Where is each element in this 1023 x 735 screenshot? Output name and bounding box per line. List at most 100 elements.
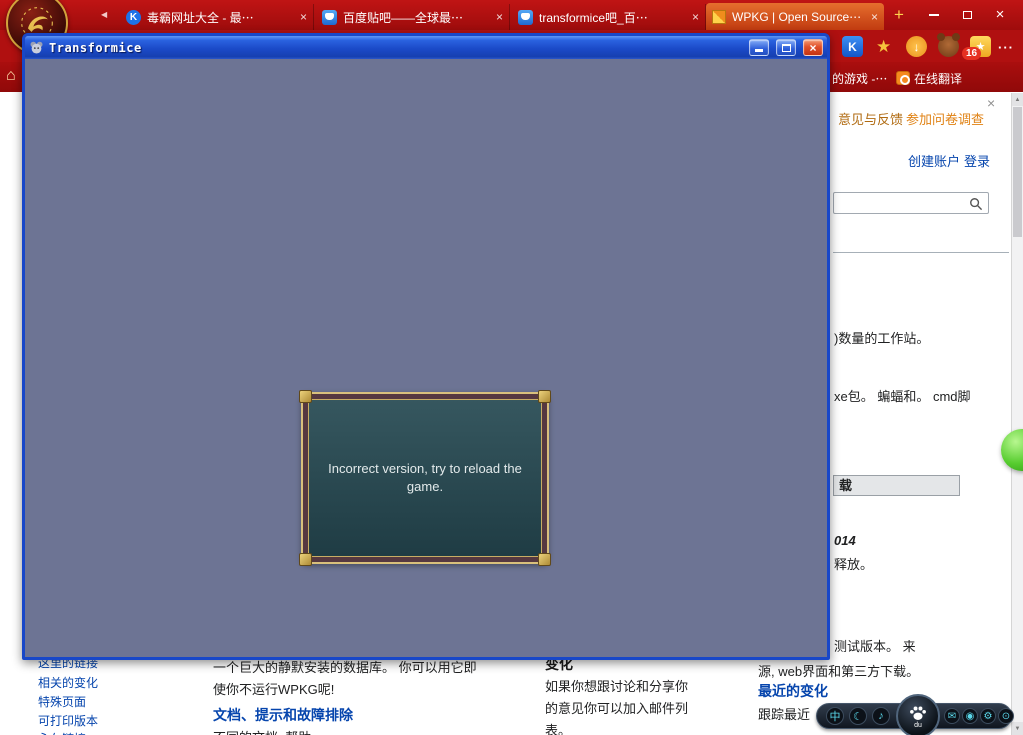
download-manager-icon[interactable]: ↓	[906, 36, 927, 57]
dialog-corner-icon	[538, 390, 551, 403]
power-icon: ⊙	[1001, 710, 1011, 722]
dialog-corner-icon	[299, 553, 312, 566]
login-link[interactable]: 登录	[964, 151, 990, 170]
music-button[interactable]: ♪	[872, 707, 890, 725]
bookmark-games[interactable]: 的游戏 -⋯	[832, 70, 887, 87]
music-icon: ♪	[878, 710, 884, 722]
language-button[interactable]: 中	[826, 707, 844, 725]
sidebar-link-permanent[interactable]: 永久链接	[38, 730, 86, 735]
test-version-text: 测试版本。 来	[834, 639, 916, 654]
year-text: 014	[834, 533, 856, 548]
night-mode-button[interactable]: ☾	[849, 707, 867, 725]
game-area[interactable]: Incorrect version, try to reload the gam…	[25, 59, 827, 657]
browser-minimize-button[interactable]	[919, 4, 949, 25]
mailing-text-line1: 如果你想跟讨论和分享你	[545, 679, 689, 694]
scroll-up-icon: ▲	[1014, 96, 1021, 103]
tab-title: 百度贴吧——全球最⋯	[343, 10, 464, 25]
scroll-thumb[interactable]	[1013, 107, 1022, 237]
translate-bookmark-icon[interactable]	[896, 71, 910, 85]
maximize-button[interactable]	[776, 39, 796, 56]
database-text-line2: 使你不运行WPKG呢!	[213, 682, 335, 697]
record-button[interactable]: ◉	[962, 708, 978, 724]
docs-text: 不同的文档, 帮助⋯	[213, 727, 324, 735]
message-line1: Incorrect version, try to reload the	[328, 460, 522, 476]
message-line2: game.	[406, 479, 444, 494]
gear-icon: ⚙	[983, 710, 993, 722]
window-titlebar[interactable]: Transformice ×	[25, 36, 827, 59]
sidebar-link-relatedchanges[interactable]: 相关的变化	[38, 674, 98, 691]
create-account-link[interactable]: 创建账户	[908, 151, 960, 170]
download-header-label: 载	[839, 478, 853, 493]
paw-icon	[910, 706, 926, 720]
page-scrollbar[interactable]: ▲ ▼	[1011, 93, 1023, 735]
tieba-favicon	[518, 9, 533, 25]
settings-button[interactable]: ⚙	[980, 708, 996, 724]
page-title-underline	[833, 252, 1009, 253]
dialog-message: Incorrect version, try to reload the gam…	[309, 400, 541, 556]
dialog-corner-icon	[538, 553, 551, 566]
floating-toolbar: 中 ☾ ♪ du ✉ ◉ ⚙ ⊙	[816, 694, 1016, 735]
search-input[interactable]	[833, 192, 989, 214]
tab-close-icon[interactable]: ×	[871, 10, 878, 24]
scroll-up-button[interactable]: ▲	[1012, 93, 1023, 106]
packages-text: xe包。 蝙蝠和。 cmd脚	[834, 389, 971, 404]
tab-duba[interactable]: K 毒霸网址大全 - 最⋯ ×	[120, 4, 314, 30]
bookmark-translate[interactable]: 在线翻译	[914, 70, 962, 87]
notification-badge: 16	[962, 47, 982, 60]
close-button[interactable]: ×	[803, 39, 823, 56]
tab-scroll-left-icon[interactable]: ◀	[101, 10, 107, 19]
error-dialog: Incorrect version, try to reload the gam…	[299, 390, 551, 566]
bear-icon[interactable]	[937, 33, 960, 57]
favorites-star-icon[interactable]: ★	[876, 37, 891, 57]
tab-close-icon[interactable]: ×	[692, 10, 699, 24]
browser-close-button[interactable]: ×	[985, 4, 1015, 25]
sidebar-link-printable[interactable]: 可打印版本	[38, 712, 98, 729]
more-menu-icon[interactable]: ···	[998, 40, 1014, 55]
tab-bar: ◀ K 毒霸网址大全 - 最⋯ × 百度贴吧——全球最⋯ × transform…	[0, 0, 1023, 30]
wpkg-favicon	[712, 9, 726, 24]
k-glyph: K	[848, 39, 857, 54]
power-button[interactable]: ⊙	[998, 708, 1014, 724]
transformice-window: Transformice × Incorrect version, try to…	[22, 33, 830, 660]
notice-close-icon[interactable]: ×	[987, 95, 995, 111]
dialog-panel: Incorrect version, try to reload the gam…	[308, 399, 542, 557]
minimize-button[interactable]	[749, 39, 769, 56]
mailing-text-line3: 表。	[545, 723, 572, 735]
tab-wpkg-active[interactable]: WPKG | Open Source⋯ ×	[706, 3, 884, 30]
workstations-text: )数量的工作站。	[834, 331, 930, 346]
minimize-icon	[755, 49, 763, 52]
tab-tieba[interactable]: 百度贴吧——全球最⋯ ×	[316, 4, 510, 30]
tieba-favicon	[322, 9, 337, 25]
browser-restore-button[interactable]	[952, 4, 982, 25]
tab-title: WPKG | Open Source⋯	[732, 9, 862, 24]
release-text: 释放。	[834, 557, 874, 572]
source-text: 源, web界面和第三方下载。	[758, 664, 920, 679]
tab-transformice-tieba[interactable]: transformice吧_百⋯ ×	[512, 4, 706, 30]
home-icon[interactable]: ⌂	[6, 67, 16, 85]
dialog-corner-icon	[299, 390, 312, 403]
tab-close-icon[interactable]: ×	[496, 10, 503, 24]
search-icon[interactable]	[969, 197, 983, 211]
sidebar-link-specialpages[interactable]: 特殊页面	[38, 693, 86, 710]
tab-close-icon[interactable]: ×	[300, 10, 307, 24]
down-arrow-glyph: ↓	[913, 39, 920, 54]
duba-favicon: K	[126, 9, 141, 25]
message-button[interactable]: ✉	[944, 708, 960, 724]
track-recent-text: 跟踪最近	[758, 707, 811, 722]
maximize-icon	[781, 44, 791, 52]
restore-icon	[962, 10, 972, 19]
docs-heading[interactable]: 文档、提示和故障排除	[213, 705, 353, 725]
language-icon: 中	[829, 711, 841, 723]
window-title: Transformice	[49, 40, 142, 55]
minimize-icon	[929, 13, 939, 16]
duba-toolbar-icon[interactable]: K	[842, 36, 863, 57]
screen: × 意见与反馈 参加问卷调查 创建账户 登录 )数量的工作站。 xe包。 蝙蝠和…	[0, 0, 1023, 735]
mailing-text-line2: 的意见你可以加入邮件列	[545, 701, 689, 716]
new-tab-button[interactable]: +	[884, 4, 914, 25]
survey-link[interactable]: 参加问卷调查	[906, 109, 984, 128]
feedback-link[interactable]: 意见与反馈	[838, 109, 903, 128]
du-label: du	[914, 721, 922, 729]
tab-title: 毒霸网址大全 - 最⋯	[147, 10, 254, 25]
record-icon: ◉	[965, 710, 975, 722]
du-paw-button[interactable]: du	[896, 694, 940, 735]
